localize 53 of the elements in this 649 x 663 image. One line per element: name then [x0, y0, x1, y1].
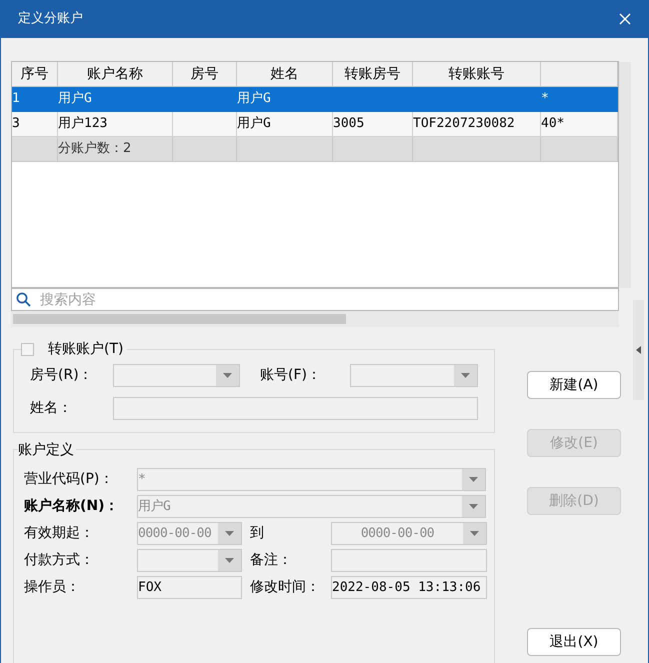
field-label: 房号(R)：	[30, 366, 93, 385]
summary-cell: 分账户数：2	[58, 137, 173, 162]
table-cell-text: 3	[12, 115, 20, 134]
field-label: 账号(F)：	[260, 366, 321, 385]
dropdown[interactable]	[113, 364, 240, 387]
name-field[interactable]	[113, 397, 478, 420]
dropdown[interactable]	[137, 549, 242, 572]
table-cell	[12, 137, 58, 162]
splitter-handle[interactable]	[633, 300, 644, 400]
text-field[interactable]: 2022-08-05 13:13:06	[331, 576, 487, 599]
search-icon	[16, 292, 31, 307]
field-label: 账户名称(N)：	[24, 496, 120, 516]
table-cell-text: TOF2207230082	[413, 115, 515, 134]
dialog-button[interactable]: 退出(X)	[527, 628, 621, 656]
field-label: 付款方式：	[24, 551, 95, 570]
caret-icon	[461, 373, 470, 378]
table-cell-text: 40*	[541, 115, 564, 134]
close-icon[interactable]	[619, 13, 631, 25]
dropdown[interactable]	[350, 364, 478, 387]
table-cell-text: 3005	[333, 115, 364, 134]
table-cell-text: 用户G	[58, 90, 92, 108]
left-arrow-icon[interactable]	[636, 346, 641, 354]
text-field[interactable]: FOX	[137, 576, 242, 599]
scrollbar-thumb[interactable]	[13, 314, 346, 324]
table-row[interactable]: 1 用户G 用户G *	[12, 87, 618, 112]
table-cell-text: 用户G	[237, 90, 271, 108]
field-label: 营业代码(P)：	[24, 470, 114, 489]
field-label: 姓名：	[30, 399, 72, 418]
caret-icon	[225, 558, 234, 563]
checkbox[interactable]	[21, 343, 34, 356]
table-cell	[173, 137, 237, 162]
table-row[interactable]: 3 用户123 用户G 3005 TOF2207230082 40*	[12, 112, 618, 137]
dialog-button[interactable]: 新建(A)	[527, 371, 621, 399]
field-label: 有效期起：	[24, 524, 95, 543]
caret-icon	[225, 531, 234, 536]
search-field[interactable]: 搜索内容	[11, 288, 619, 311]
table-cell-text: 1	[12, 90, 20, 108]
field-label: 备注：	[249, 551, 293, 570]
window-title: 定义分账户	[18, 10, 83, 28]
text-field[interactable]	[331, 549, 487, 572]
field-label: 到	[249, 524, 265, 543]
table-cell-text: 用户G	[237, 115, 271, 134]
caret-icon	[469, 504, 478, 509]
caret-icon	[470, 531, 479, 536]
vertical-scrollbar[interactable]	[619, 62, 631, 288]
horizontal-scrollbar[interactable]	[11, 311, 619, 327]
caret-icon	[223, 373, 232, 378]
field-label: 修改时间：	[249, 578, 321, 597]
caret-icon	[469, 477, 478, 482]
checkbox-label: 转账账户(T)	[48, 340, 124, 359]
table-cell-text: 用户123	[58, 115, 108, 134]
field-label: 操作员：	[24, 578, 81, 597]
table-cell-text: *	[541, 90, 549, 108]
